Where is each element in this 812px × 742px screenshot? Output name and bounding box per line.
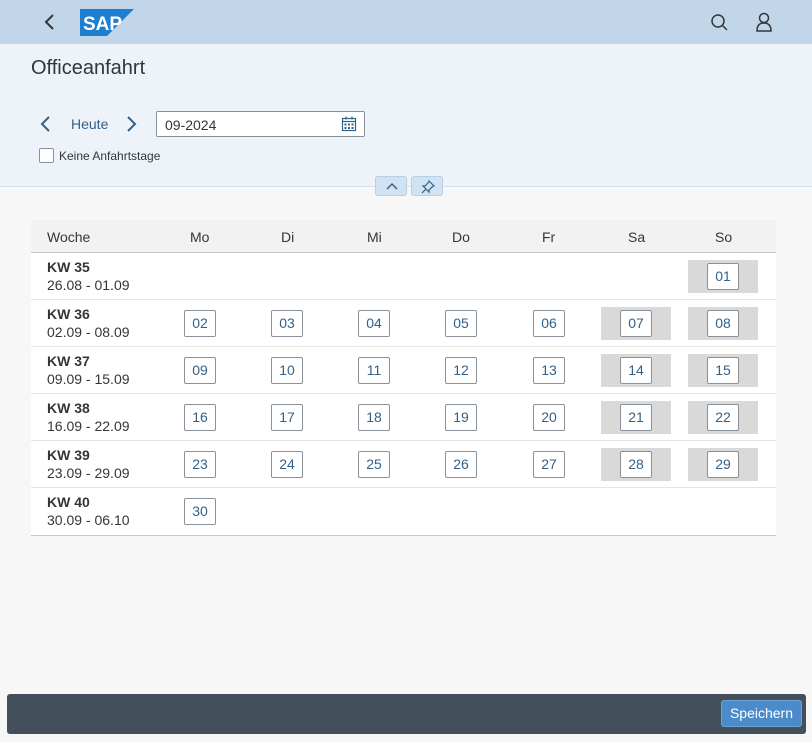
day-button[interactable]: 26 [445, 451, 477, 478]
week-date-range: 30.09 - 06.10 [47, 512, 130, 528]
search-icon [711, 14, 728, 31]
search-button[interactable] [708, 11, 732, 33]
week-number: KW 35 [47, 259, 90, 275]
week-number: KW 39 [47, 447, 90, 463]
column-header-sa: Sa [628, 229, 646, 245]
week-date-range: 02.09 - 08.09 [47, 324, 130, 340]
day-button[interactable]: 09 [184, 357, 216, 384]
calendar-table: Woche Mo Di Mi Do Fr Sa So KW 35 26.08 - … [31, 220, 776, 536]
day-button[interactable]: 16 [184, 404, 216, 431]
week-number: KW 37 [47, 353, 90, 369]
day-button[interactable]: 05 [445, 310, 477, 337]
svg-text:SAP: SAP [83, 14, 122, 35]
page-title: Officeanfahrt [31, 57, 146, 79]
chevron-up-icon [386, 182, 398, 190]
pin-icon [421, 180, 435, 194]
table-row: KW 39 23.09 - 29.09 23 24 25 26 27 28 29 [31, 441, 776, 488]
day-button[interactable]: 27 [533, 451, 565, 478]
day-button[interactable]: 13 [533, 357, 565, 384]
no-commute-days-checkbox[interactable] [39, 148, 54, 163]
day-button[interactable]: 14 [620, 357, 652, 384]
table-header: Woche Mo Di Mi Do Fr Sa So [31, 220, 776, 253]
month-input[interactable]: 09-2024 [156, 111, 365, 137]
column-header-mi: Mi [367, 229, 382, 245]
day-button[interactable]: 29 [707, 451, 739, 478]
user-menu-button[interactable] [752, 11, 776, 33]
week-date-range: 23.09 - 29.09 [47, 465, 130, 481]
no-commute-days-label: Keine Anfahrtstage [59, 149, 161, 163]
month-input-value: 09-2024 [165, 117, 217, 133]
day-button[interactable]: 12 [445, 357, 477, 384]
column-header-mo: Mo [190, 229, 210, 245]
chevron-left-icon [40, 116, 50, 132]
previous-month-button[interactable] [36, 114, 56, 134]
chevron-right-icon [127, 116, 137, 132]
back-button[interactable] [38, 11, 62, 33]
day-button[interactable]: 15 [707, 357, 739, 384]
day-button[interactable]: 24 [271, 451, 303, 478]
day-button[interactable]: 20 [533, 404, 565, 431]
table-row: KW 36 02.09 - 08.09 02 03 04 05 06 07 08 [31, 300, 776, 347]
week-number: KW 36 [47, 306, 90, 322]
user-icon [756, 12, 772, 32]
day-button[interactable]: 19 [445, 404, 477, 431]
footer-toolbar: Speichern [7, 694, 806, 734]
day-button[interactable]: 07 [620, 310, 652, 337]
day-button[interactable]: 28 [620, 451, 652, 478]
day-button[interactable]: 03 [271, 310, 303, 337]
table-row: KW 35 26.08 - 01.09 01 [31, 253, 776, 300]
day-button[interactable]: 22 [707, 404, 739, 431]
column-header-do: Do [452, 229, 470, 245]
pin-header-button[interactable] [411, 176, 443, 196]
day-button[interactable]: 23 [184, 451, 216, 478]
table-body: KW 35 26.08 - 01.09 01 KW 36 02.09 - 08.09 02… [31, 253, 776, 535]
page-header: Officeanfahrt Heute 09-2024 Keine Anfahr… [0, 44, 812, 187]
day-button[interactable]: 11 [358, 357, 390, 384]
day-button[interactable]: 06 [533, 310, 565, 337]
week-number: KW 40 [47, 494, 90, 510]
table-row: KW 38 16.09 - 22.09 16 17 18 19 20 21 22 [31, 394, 776, 441]
next-month-button[interactable] [121, 114, 141, 134]
day-button[interactable]: 08 [707, 310, 739, 337]
day-button[interactable]: 17 [271, 404, 303, 431]
column-header-week: Woche [47, 229, 91, 245]
shell-bar: SAP [0, 0, 812, 44]
sap-logo: SAP [80, 9, 134, 36]
day-button[interactable]: 10 [271, 357, 303, 384]
chevron-left-icon [44, 14, 54, 30]
day-button[interactable]: 25 [358, 451, 390, 478]
day-button[interactable]: 04 [358, 310, 390, 337]
day-button[interactable]: 01 [707, 263, 739, 290]
day-button[interactable]: 21 [620, 404, 652, 431]
column-header-fr: Fr [542, 229, 556, 245]
day-button[interactable]: 30 [184, 498, 216, 525]
week-date-range: 16.09 - 22.09 [47, 418, 130, 434]
day-button[interactable]: 18 [358, 404, 390, 431]
calendar-icon [341, 116, 357, 132]
week-date-range: 26.08 - 01.09 [47, 277, 130, 293]
day-button[interactable]: 02 [184, 310, 216, 337]
week-number: KW 38 [47, 400, 90, 416]
today-button[interactable]: Heute [71, 116, 108, 132]
column-header-so: So [715, 229, 733, 245]
week-date-range: 09.09 - 15.09 [47, 371, 130, 387]
calendar-button[interactable] [341, 116, 357, 132]
save-button[interactable]: Speichern [720, 700, 802, 727]
table-row: KW 37 09.09 - 15.09 09 10 11 12 13 14 15 [31, 347, 776, 394]
column-header-di: Di [281, 229, 295, 245]
collapse-header-button[interactable] [375, 176, 407, 196]
table-row: KW 40 30.09 - 06.10 30 [31, 488, 776, 535]
